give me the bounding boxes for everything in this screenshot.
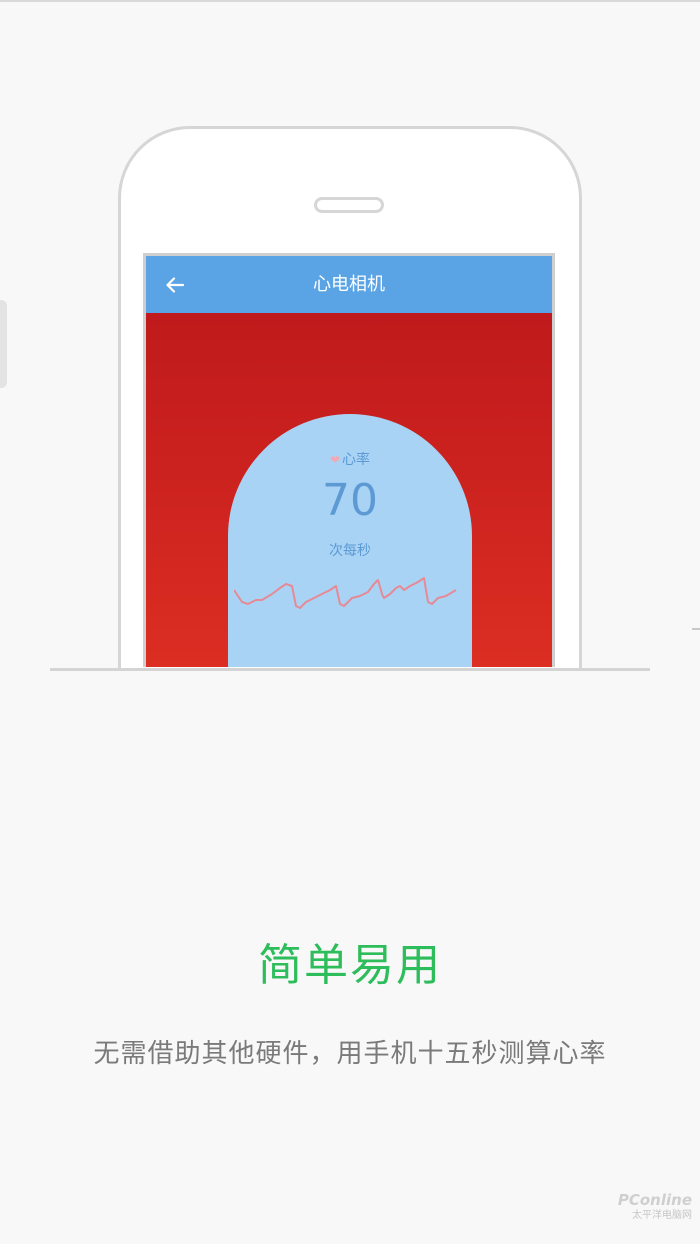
heartbeat-waveform bbox=[234, 577, 457, 609]
feature-description: 无需借助其他硬件，用手机十五秒测算心率 bbox=[93, 1039, 607, 1069]
heart-rate-unit: 次每秒 bbox=[329, 543, 371, 559]
heart-rate-value: 70 bbox=[322, 475, 378, 526]
heart-rate-label-row: ❤ 心率 bbox=[228, 449, 472, 469]
camera-view: ❤ 心率 70 次每秒 bbox=[146, 313, 552, 667]
phone-speaker bbox=[314, 197, 384, 213]
watermark-sub: 太平洋电脑网 bbox=[632, 1210, 692, 1221]
previous-slide-edge[interactable] bbox=[0, 300, 7, 388]
watermark: PConline 太平洋电脑网 bbox=[608, 1192, 692, 1226]
next-slide-edge[interactable] bbox=[692, 628, 700, 630]
top-divider bbox=[0, 0, 700, 2]
watermark-brand: PConline bbox=[617, 1191, 692, 1209]
ground-line bbox=[50, 668, 650, 671]
app-bar: 心电相机 bbox=[146, 256, 552, 313]
heart-icon: ❤ bbox=[329, 453, 341, 467]
app-title: 心电相机 bbox=[313, 274, 385, 295]
phone-screen: 心电相机 ❤ 心率 70 次每秒 bbox=[143, 253, 555, 667]
heart-rate-panel: ❤ 心率 70 次每秒 bbox=[228, 414, 472, 667]
heart-rate-label: 心率 bbox=[342, 452, 371, 468]
feature-title: 简单易用 bbox=[258, 940, 442, 991]
cover-band bbox=[0, 671, 700, 791]
